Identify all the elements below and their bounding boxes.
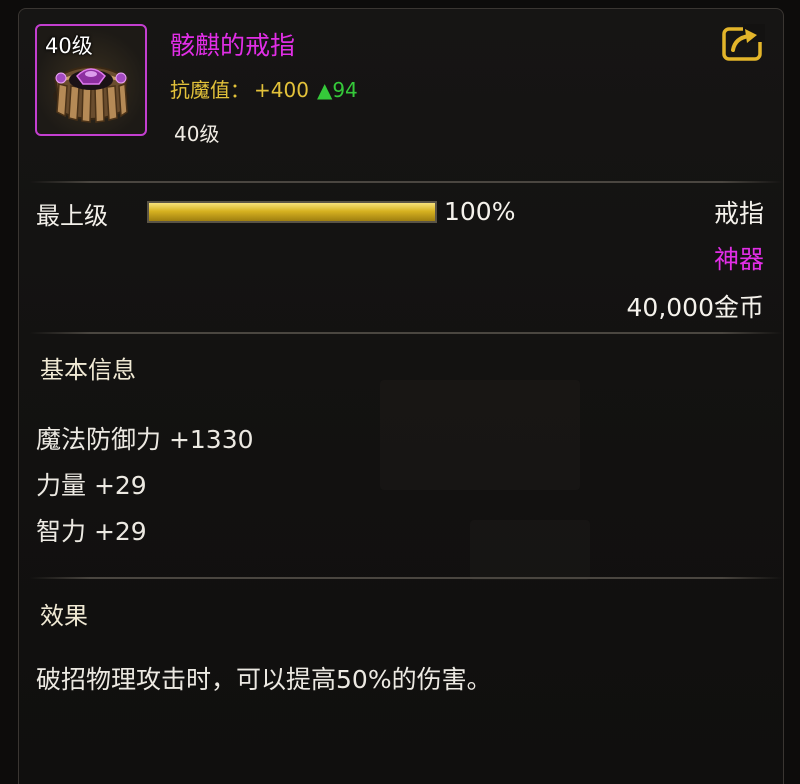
magic-resist-label: 抗魔值： xyxy=(170,78,250,102)
icon-level-badge: 40级 xyxy=(45,34,93,58)
item-rarity: 神器 xyxy=(713,245,764,274)
background-shadow xyxy=(470,520,590,580)
divider xyxy=(30,332,782,334)
magic-resist-row: 抗魔值： +400 ▲94 xyxy=(170,74,358,103)
grade-progress-fill xyxy=(149,203,435,221)
divider xyxy=(30,181,782,183)
stat-line: 智力 +29 xyxy=(36,517,147,546)
stat-line: 魔法防御力 +1330 xyxy=(36,425,254,454)
share-button[interactable] xyxy=(721,24,765,64)
basic-info-title: 基本信息 xyxy=(40,356,136,384)
magic-resist-increase: ▲94 xyxy=(316,78,358,102)
background-shadow xyxy=(380,380,580,490)
item-price: 40,000金币 xyxy=(626,293,764,322)
item-type: 戒指 xyxy=(713,199,764,228)
effect-description: 破招物理攻击时，可以提高50%的伤害。 xyxy=(36,665,492,694)
grade-label: 最上级 xyxy=(36,202,108,230)
grade-percent: 100% xyxy=(444,197,516,226)
share-icon xyxy=(722,24,765,61)
item-level: 40级 xyxy=(174,122,220,146)
magic-resist-value: +400 xyxy=(254,78,309,102)
item-icon-frame[interactable]: 40级 xyxy=(35,24,147,136)
grade-progress-bar xyxy=(147,201,437,223)
item-name: 骸麒的戒指 xyxy=(170,31,296,60)
divider xyxy=(30,577,782,579)
effect-title: 效果 xyxy=(40,602,88,630)
stat-line: 力量 +29 xyxy=(36,471,147,500)
